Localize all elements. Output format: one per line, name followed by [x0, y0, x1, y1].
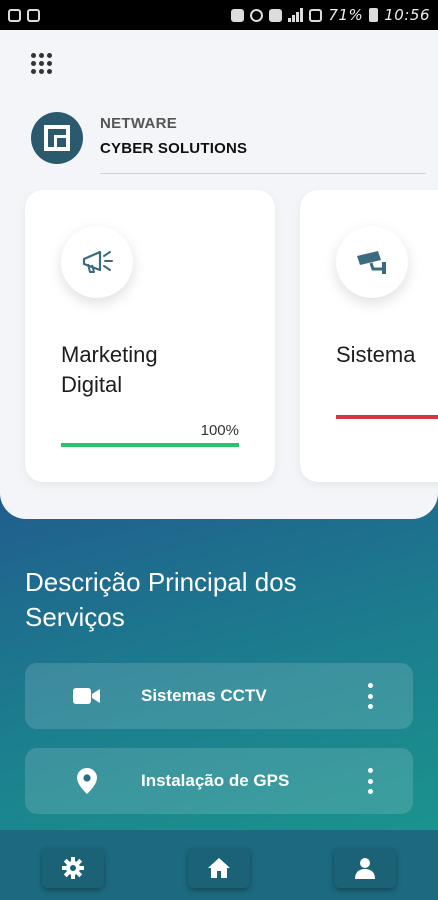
gallery-notification-icon	[8, 8, 21, 22]
progress-fill	[336, 415, 438, 419]
more-options-icon[interactable]	[367, 683, 373, 709]
progress-fill	[61, 443, 239, 447]
company-logo	[31, 112, 83, 164]
apps-grid-icon[interactable]	[31, 53, 52, 74]
nav-home-button[interactable]	[188, 848, 250, 888]
brand-name: NETWARE	[100, 115, 178, 132]
copy-notification-icon	[27, 8, 40, 22]
signal-box-icon	[309, 8, 323, 22]
status-bar: 71% 10:56	[0, 0, 438, 30]
clock: 10:56	[384, 6, 430, 24]
section-title: Descrição Principal dos Serviços	[25, 567, 297, 632]
service-card-sistema[interactable]: Sistema	[300, 190, 438, 482]
progress-label: 100%	[200, 422, 239, 439]
progress-bar	[61, 443, 239, 447]
card-title: Marketing Digital	[61, 342, 158, 397]
sim-icon	[269, 8, 283, 22]
brand-divider	[100, 173, 426, 174]
battery-percent: 71%	[328, 6, 364, 24]
progress-bar	[336, 415, 438, 419]
battery-icon	[369, 8, 379, 22]
lock-notification-icon	[231, 8, 245, 22]
app-screen: NETWARE CYBER SOLUTIONS Marketing Digita…	[0, 30, 438, 900]
bottom-navigation	[0, 830, 438, 900]
alarm-icon	[250, 8, 264, 22]
nav-settings-button[interactable]	[42, 848, 104, 888]
service-label: Sistemas CCTV	[141, 686, 267, 705]
brand-tagline: CYBER SOLUTIONS	[100, 140, 248, 157]
video-camera-icon	[73, 684, 101, 708]
settings-gear-icon	[62, 857, 84, 879]
service-card-marketing[interactable]: Marketing Digital 100%	[25, 190, 275, 482]
location-pin-icon	[73, 768, 101, 794]
nav-profile-button[interactable]	[334, 848, 396, 888]
service-label: Instalação de GPS	[141, 771, 290, 790]
home-icon	[208, 858, 230, 878]
cctv-camera-icon	[336, 226, 408, 298]
top-panel: NETWARE CYBER SOLUTIONS Marketing Digita…	[0, 30, 438, 519]
card-title: Sistema	[336, 342, 416, 367]
service-row-gps[interactable]: Instalação de GPS	[25, 748, 413, 814]
status-left-icons	[8, 8, 40, 22]
user-icon	[355, 858, 375, 879]
megaphone-icon	[61, 226, 133, 298]
logo-mark-icon	[44, 125, 70, 151]
service-row-cctv[interactable]: Sistemas CCTV	[25, 663, 413, 729]
more-options-icon[interactable]	[367, 768, 373, 794]
status-right-icons: 71% 10:56	[231, 6, 430, 24]
signal-icon	[288, 8, 304, 22]
